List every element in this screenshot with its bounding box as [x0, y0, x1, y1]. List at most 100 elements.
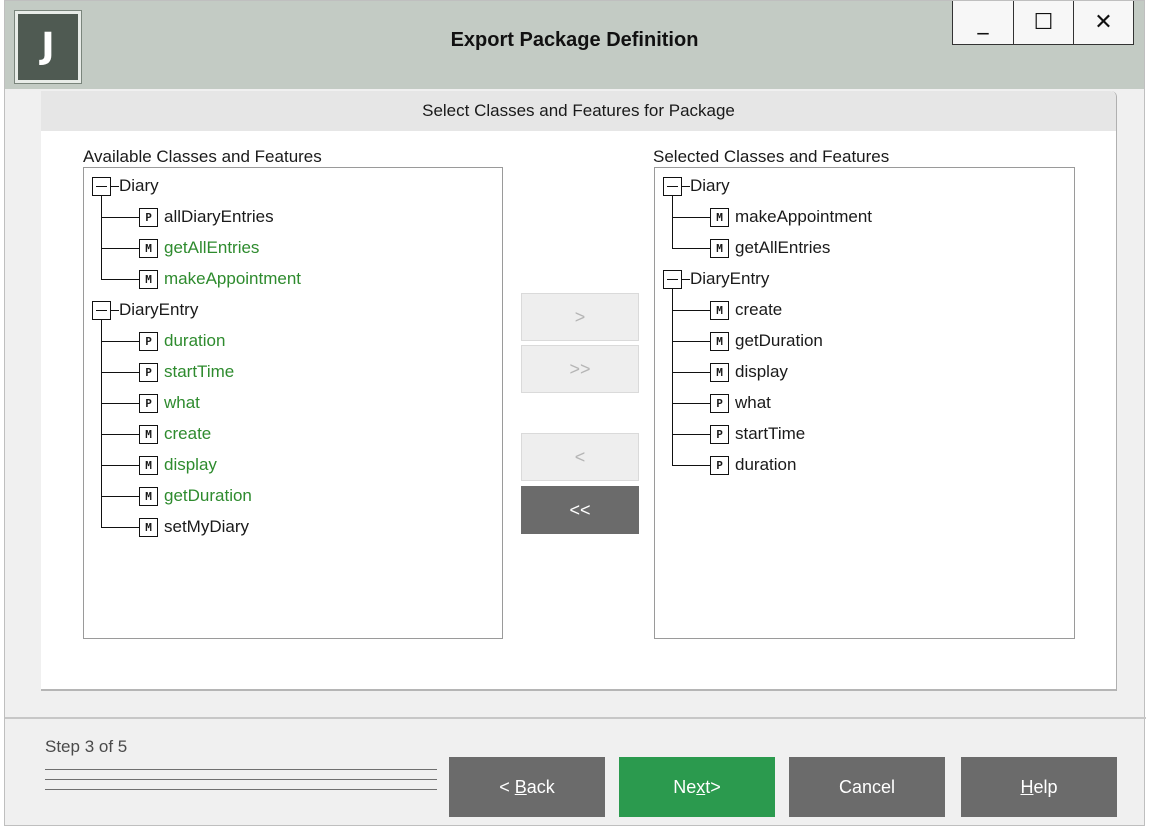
- collapse-icon[interactable]: [663, 269, 682, 289]
- feature-label: setMyDiary: [164, 517, 250, 536]
- cancel-button[interactable]: Cancel: [789, 757, 945, 817]
- tree-class-node[interactable]: DiaryEntry: [663, 265, 769, 293]
- tree-feature-node[interactable]: Mcreate: [139, 420, 211, 448]
- collapse-icon[interactable]: [92, 300, 111, 320]
- tree-branch-line: [101, 496, 139, 497]
- tree-class-node[interactable]: Diary: [663, 172, 730, 200]
- help-access-key: H: [1020, 776, 1034, 797]
- method-icon: M: [710, 300, 729, 320]
- tree-connector: [682, 278, 690, 280]
- tree-connector: [682, 185, 690, 187]
- tree-connector: [111, 309, 119, 311]
- footer-divider: [5, 717, 1146, 719]
- tree-feature-node[interactable]: Pwhat: [710, 389, 771, 417]
- back-prefix: <: [499, 776, 515, 797]
- tree-feature-node[interactable]: MgetAllEntries: [139, 234, 259, 262]
- panel-divider: [41, 689, 1116, 691]
- property-icon: P: [139, 393, 158, 413]
- method-icon: M: [710, 207, 729, 227]
- collapse-icon[interactable]: [92, 176, 111, 196]
- feature-label: what: [164, 393, 200, 412]
- tree-branch-line: [672, 217, 710, 218]
- method-icon: M: [139, 238, 158, 258]
- feature-label: duration: [164, 331, 226, 350]
- tree-feature-node[interactable]: Pduration: [139, 327, 225, 355]
- tree-connector: [111, 185, 119, 187]
- tree-class-node[interactable]: Diary: [92, 172, 159, 200]
- next-access-key: x: [696, 776, 706, 797]
- collapse-icon[interactable]: [663, 176, 682, 196]
- feature-label: display: [735, 362, 788, 381]
- tree-vertical-line: [672, 289, 673, 465]
- next-prefix: Ne: [673, 776, 697, 797]
- selected-tree[interactable]: Diary MmakeAppointment MgetAllEntries Diary…: [654, 167, 1075, 639]
- tree-branch-line: [101, 434, 139, 435]
- tree-feature-node[interactable]: MmakeAppointment: [139, 265, 301, 293]
- method-icon: M: [139, 269, 158, 289]
- tree-feature-node[interactable]: Pduration: [710, 451, 796, 479]
- tree-branch-line: [101, 527, 139, 528]
- tree-branch-line: [101, 217, 139, 218]
- step-indicator: Step 3 of 5: [45, 737, 128, 756]
- feature-label: getDuration: [735, 331, 823, 350]
- available-tree[interactable]: Diary PallDiaryEntries MgetAllEntries Mmake…: [83, 167, 503, 639]
- feature-label: create: [164, 424, 212, 443]
- tree-feature-node[interactable]: Mdisplay: [139, 451, 217, 479]
- tree-feature-node[interactable]: PstartTime: [139, 358, 234, 386]
- feature-label: allDiaryEntries: [164, 207, 274, 226]
- tree-vertical-line: [101, 196, 102, 279]
- step-progress: [45, 769, 437, 799]
- tree-vertical-line: [672, 196, 673, 248]
- feature-label: getDuration: [164, 486, 252, 505]
- wizard-panel: Select Classes and Features for Package …: [41, 91, 1117, 691]
- tree-feature-node[interactable]: PallDiaryEntries: [139, 203, 274, 231]
- back-access-key: B: [514, 776, 527, 797]
- minimize-button[interactable]: _: [953, 1, 1013, 44]
- feature-label: create: [735, 300, 783, 319]
- tree-branch-line: [101, 279, 139, 280]
- tree-branch-line: [672, 341, 710, 342]
- tree-feature-node[interactable]: MsetMyDiary: [139, 513, 249, 541]
- tree-feature-node[interactable]: MgetAllEntries: [710, 234, 830, 262]
- tree-branch-line: [672, 248, 710, 249]
- tree-feature-node[interactable]: MgetDuration: [710, 327, 823, 355]
- tree-feature-node[interactable]: PstartTime: [710, 420, 805, 448]
- property-icon: P: [139, 362, 158, 382]
- selected-list-label: Selected Classes and Features: [653, 147, 890, 166]
- property-icon: P: [710, 424, 729, 444]
- class-label: Diary: [690, 176, 730, 195]
- class-label: DiaryEntry: [119, 300, 199, 319]
- add-button[interactable]: >: [521, 293, 639, 341]
- method-icon: M: [139, 517, 158, 537]
- help-rest: elp: [1033, 776, 1058, 797]
- back-button[interactable]: < Back: [449, 757, 605, 817]
- help-button[interactable]: Help: [961, 757, 1117, 817]
- tree-branch-line: [672, 465, 710, 466]
- feature-label: startTime: [735, 424, 806, 443]
- remove-button[interactable]: <: [521, 433, 639, 481]
- property-icon: P: [710, 455, 729, 475]
- tree-feature-node[interactable]: MmakeAppointment: [710, 203, 872, 231]
- back-rest: ack: [526, 776, 555, 797]
- method-icon: M: [710, 362, 729, 382]
- tree-branch-line: [101, 341, 139, 342]
- property-icon: P: [139, 207, 158, 227]
- title-bar: J Export Package Definition _ ☐ ✕: [5, 1, 1144, 89]
- tree-feature-node[interactable]: Mcreate: [710, 296, 782, 324]
- tree-class-node[interactable]: DiaryEntry: [92, 296, 198, 324]
- tree-branch-line: [101, 248, 139, 249]
- feature-label: makeAppointment: [735, 207, 873, 226]
- next-button[interactable]: Ne x t>: [619, 757, 775, 817]
- add-all-button[interactable]: >>: [521, 345, 639, 393]
- tree-feature-node[interactable]: MgetDuration: [139, 482, 252, 510]
- tree-branch-line: [101, 403, 139, 404]
- window-controls: _ ☐ ✕: [952, 1, 1134, 45]
- class-label: Diary: [119, 176, 159, 195]
- tree-feature-node[interactable]: Pwhat: [139, 389, 200, 417]
- method-icon: M: [139, 455, 158, 475]
- close-button[interactable]: ✕: [1073, 1, 1133, 44]
- maximize-button[interactable]: ☐: [1013, 1, 1073, 44]
- tree-feature-node[interactable]: Mdisplay: [710, 358, 788, 386]
- remove-all-button[interactable]: <<: [521, 486, 639, 534]
- tree-branch-line: [672, 434, 710, 435]
